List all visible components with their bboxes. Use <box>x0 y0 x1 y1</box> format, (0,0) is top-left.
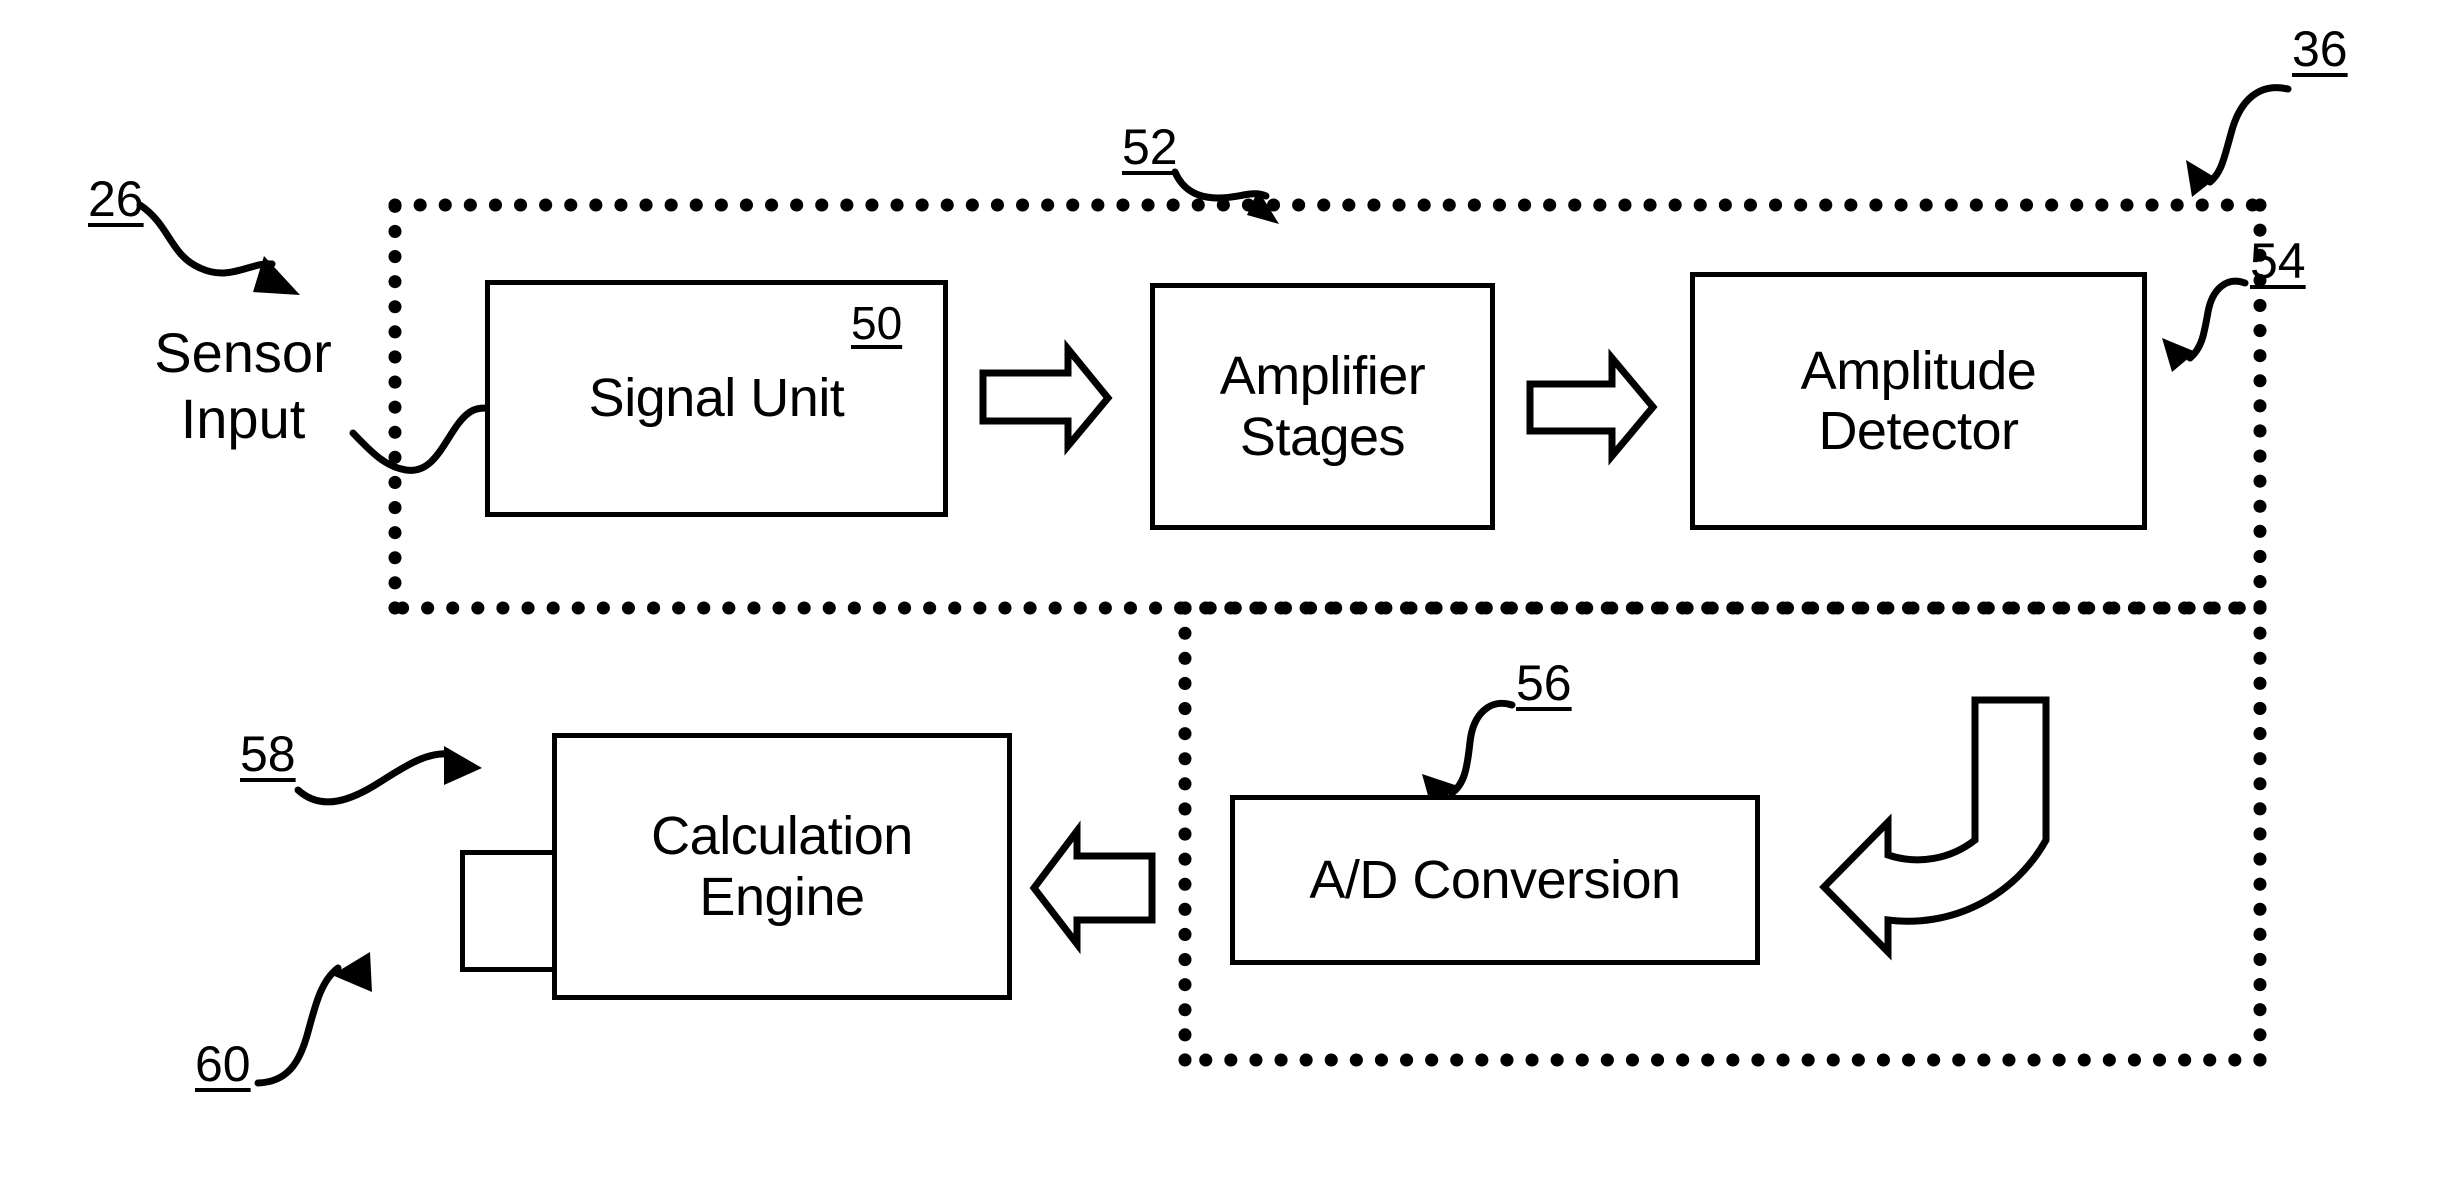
ref-numeral-60: 60 <box>195 1036 251 1092</box>
leader-line-60 <box>254 952 372 1087</box>
ref-numeral-56: 56 <box>1516 655 1572 711</box>
sensor-input-label: Sensor Input <box>154 321 332 451</box>
amplifier-stages-box[interactable]: Amplifier Stages <box>1150 283 1495 530</box>
ref-numeral-54: 54 <box>2250 233 2306 289</box>
calculation-engine-box[interactable]: Calculation Engine <box>552 733 1012 1000</box>
connector-arrow-ad-to-calculation <box>1029 820 1156 955</box>
leader-line-26 <box>136 201 300 295</box>
amplitude-detector-label: Amplitude Detector <box>1800 340 2037 461</box>
ref-numeral-50: 50 <box>851 297 903 349</box>
leader-line-36 <box>2186 84 2292 197</box>
leader-line-54 <box>2162 277 2249 372</box>
calculation-engine-subbox[interactable] <box>460 850 557 972</box>
ref-numeral-36: 36 <box>2292 21 2348 77</box>
leader-line-58 <box>294 746 482 806</box>
diagram-vector-layer <box>136 84 2292 1087</box>
ref-numeral-26: 26 <box>88 171 144 227</box>
amplitude-detector-box[interactable]: Amplitude Detector <box>1690 272 2147 530</box>
ad-conversion-label: A/D Conversion <box>1309 849 1681 910</box>
calculation-engine-label: Calculation Engine <box>651 806 913 927</box>
signal-unit-label: Signal Unit <box>588 368 845 429</box>
ref-numeral-52: 52 <box>1122 119 1178 175</box>
leader-line-56 <box>1422 700 1516 810</box>
connector-arrow-signal-to-amplifier <box>979 339 1113 456</box>
connector-arrow-detector-to-ad <box>1819 696 2050 961</box>
ad-conversion-box[interactable]: A/D Conversion <box>1230 795 1760 965</box>
ref-numeral-58: 58 <box>240 726 296 782</box>
patent-figure: Sensor Input Signal Unit 50 Amplifier St… <box>0 0 2441 1189</box>
connector-arrow-amplifier-to-detector <box>1526 348 1658 466</box>
connector-sensor-input-wire <box>349 404 492 474</box>
leader-line-52 <box>1171 168 1279 224</box>
amplifier-stages-label: Amplifier Stages <box>1219 346 1426 467</box>
